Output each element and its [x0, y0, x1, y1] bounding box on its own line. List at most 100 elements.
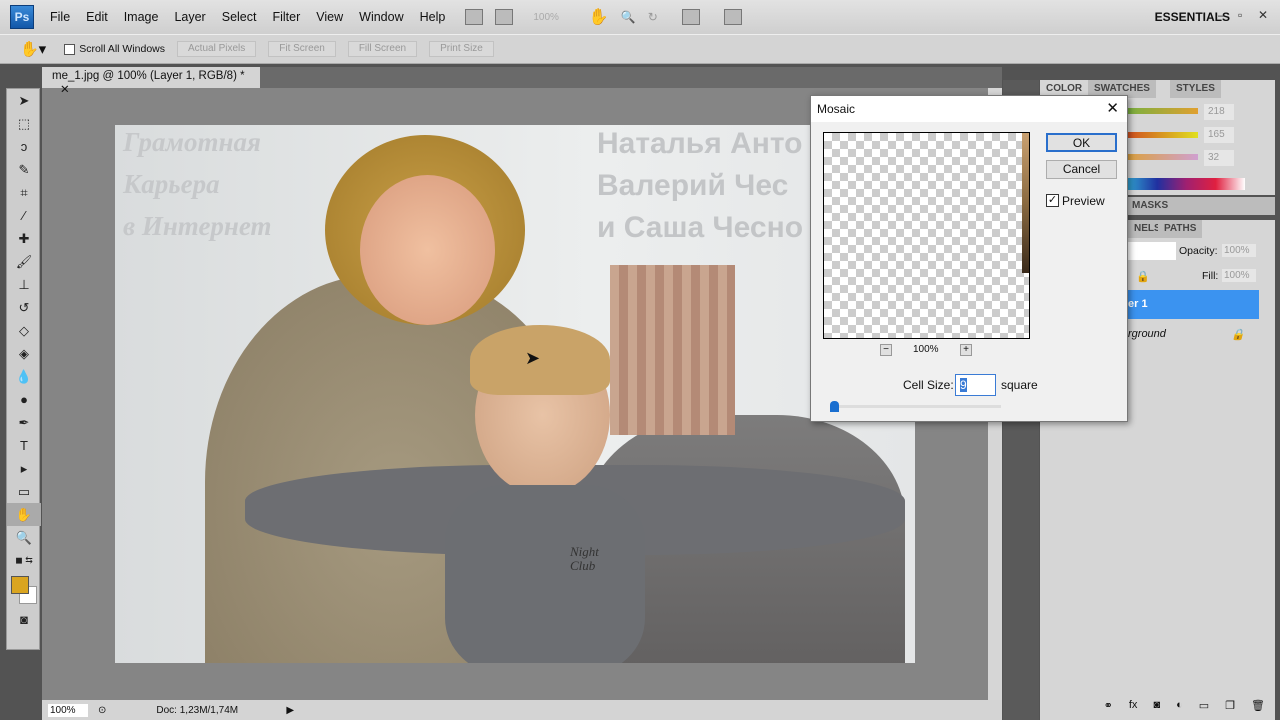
- lock-all-icon[interactable]: 🔒: [1136, 270, 1150, 283]
- eyedropper-tool-icon[interactable]: ⁄: [7, 204, 41, 227]
- cell-size-unit: square: [1001, 378, 1038, 392]
- zoom-field[interactable]: 100%: [48, 703, 88, 717]
- arrange-documents-icon[interactable]: [681, 9, 700, 25]
- menu-image[interactable]: Image: [124, 10, 159, 24]
- cell-size-slider-handle[interactable]: [830, 401, 839, 412]
- zoom-level-select[interactable]: 100%: [533, 12, 559, 23]
- view-extras-icon[interactable]: [495, 9, 514, 25]
- blue-value[interactable]: 32: [1204, 150, 1234, 166]
- zoom-in-button[interactable]: +: [960, 344, 972, 356]
- status-menu-icon[interactable]: ⊙: [98, 705, 106, 716]
- opacity-field[interactable]: 100%: [1222, 244, 1256, 257]
- foreground-color-swatch[interactable]: [11, 576, 29, 594]
- brush-tool-icon[interactable]: 🖌: [7, 250, 41, 273]
- maximize-icon[interactable]: ▫: [1238, 8, 1252, 22]
- options-bar: ✋▾ Scroll All Windows Actual Pixels Fit …: [0, 34, 1280, 64]
- mosaic-dialog: Mosaic ✕ − 100% + OK Cancel ✓ Preview Ce…: [810, 95, 1128, 422]
- stamp-tool-icon[interactable]: ⊥: [7, 273, 41, 296]
- overlay-text-left-1: Грамотная: [123, 127, 261, 157]
- blur-tool-icon[interactable]: 💧: [7, 365, 41, 388]
- path-select-icon[interactable]: ▸: [7, 457, 41, 480]
- overlay-text-left-2: Карьера: [123, 169, 220, 199]
- menu-select[interactable]: Select: [222, 10, 257, 24]
- pixelated-face: [610, 265, 735, 435]
- adjustment-icon[interactable]: ◐: [1176, 699, 1183, 716]
- tab-styles[interactable]: STYLES: [1170, 80, 1221, 98]
- shape-tool-icon[interactable]: ▭: [7, 480, 41, 503]
- scroll-all-checkbox[interactable]: [64, 43, 76, 55]
- blue-slider[interactable]: [1128, 154, 1198, 160]
- layer-row-background[interactable]: rground 🔒: [1128, 324, 1259, 346]
- zoom-tool-icon[interactable]: 🔍: [7, 526, 41, 549]
- close-tab-icon[interactable]: ✕: [60, 84, 70, 96]
- paint-bucket-icon[interactable]: ◈: [7, 342, 41, 365]
- status-arrow-icon[interactable]: ▶: [286, 705, 294, 716]
- hand-tool-icon[interactable]: ✋: [7, 503, 41, 526]
- menu-help[interactable]: Help: [420, 10, 446, 24]
- mask-icon[interactable]: ◙: [1153, 699, 1160, 716]
- document-tab[interactable]: me_1.jpg @ 100% (Layer 1, RGB/8) * ✕: [42, 67, 260, 96]
- close-icon[interactable]: ✕: [1258, 8, 1272, 22]
- fit-screen-button[interactable]: Fit Screen: [268, 41, 336, 57]
- document-image[interactable]: Night Club Грамотная Карьера в Интернет …: [115, 125, 915, 663]
- menu-layer[interactable]: Layer: [174, 10, 205, 24]
- red-slider[interactable]: [1128, 108, 1198, 114]
- eraser-tool-icon[interactable]: ◇: [7, 319, 41, 342]
- hand-icon[interactable]: ✋: [589, 7, 609, 27]
- menu-view[interactable]: View: [316, 10, 343, 24]
- fill-field[interactable]: 100%: [1222, 269, 1256, 282]
- menu-filter[interactable]: Filter: [272, 10, 300, 24]
- menu-edit[interactable]: Edit: [86, 10, 108, 24]
- trash-icon[interactable]: 🗑: [1251, 699, 1265, 716]
- lasso-tool-icon[interactable]: ↄ: [7, 135, 41, 158]
- quick-select-tool-icon[interactable]: ✎: [7, 158, 41, 181]
- zoom-icon[interactable]: 🔍: [621, 10, 636, 24]
- screen-mode-icon[interactable]: [723, 9, 742, 25]
- cursor-icon: ➤: [525, 348, 541, 368]
- fill-screen-button[interactable]: Fill Screen: [347, 41, 418, 57]
- zoom-out-button[interactable]: −: [880, 344, 892, 356]
- history-brush-icon[interactable]: ↺: [7, 296, 41, 319]
- cell-size-label: Cell Size:: [903, 378, 954, 392]
- minimize-icon[interactable]: –: [1218, 8, 1232, 22]
- marquee-tool-icon[interactable]: ⬚: [7, 112, 41, 135]
- quick-mask-icon[interactable]: ◙: [7, 608, 41, 631]
- link-icon[interactable]: ⚭: [1104, 699, 1113, 716]
- cell-size-value: 9: [960, 378, 967, 392]
- rotate-view-icon[interactable]: ↻: [648, 10, 658, 24]
- menu-window[interactable]: Window: [359, 10, 403, 24]
- swap-colors-icon[interactable]: ◼ ⇆: [7, 549, 41, 572]
- tab-masks[interactable]: MASKS: [1132, 200, 1168, 211]
- folder-icon[interactable]: ▭: [1199, 699, 1209, 716]
- ok-button[interactable]: OK: [1046, 133, 1117, 152]
- color-swatches[interactable]: [7, 572, 39, 608]
- crop-tool-icon[interactable]: ⌗: [7, 181, 41, 204]
- color-spectrum[interactable]: [1128, 178, 1245, 190]
- type-tool-icon[interactable]: T: [7, 434, 41, 457]
- cell-size-slider[interactable]: [833, 405, 1001, 408]
- new-layer-icon[interactable]: ❐: [1225, 699, 1235, 716]
- menu-file[interactable]: File: [50, 10, 70, 24]
- blend-mode-select[interactable]: [1128, 242, 1176, 260]
- cell-size-input[interactable]: 9: [955, 374, 996, 396]
- overlay-text-right-2: Валерий Чес: [597, 169, 789, 202]
- dialog-close-icon[interactable]: ✕: [1106, 99, 1119, 117]
- layer-row-layer1[interactable]: er 1: [1128, 290, 1259, 319]
- pen-tool-icon[interactable]: ✒: [7, 411, 41, 434]
- print-size-button[interactable]: Print Size: [429, 41, 494, 57]
- filter-preview[interactable]: [823, 132, 1030, 339]
- fx-icon[interactable]: fx: [1129, 699, 1138, 716]
- tab-paths[interactable]: PATHS: [1158, 220, 1203, 238]
- cancel-button[interactable]: Cancel: [1046, 160, 1117, 179]
- menu-bar: Ps File Edit Image Layer Select Filter V…: [0, 0, 1280, 34]
- bridge-icon[interactable]: [465, 9, 484, 25]
- healing-tool-icon[interactable]: ✚: [7, 227, 41, 250]
- hand-tool-preset-icon[interactable]: ✋▾: [20, 40, 46, 58]
- move-tool-icon[interactable]: ➤: [7, 89, 41, 112]
- green-value[interactable]: 165: [1204, 127, 1234, 143]
- preview-checkbox[interactable]: ✓: [1046, 194, 1059, 207]
- red-value[interactable]: 218: [1204, 104, 1234, 120]
- dodge-tool-icon[interactable]: ●: [7, 388, 41, 411]
- actual-pixels-button[interactable]: Actual Pixels: [177, 41, 257, 57]
- green-slider[interactable]: [1128, 132, 1198, 138]
